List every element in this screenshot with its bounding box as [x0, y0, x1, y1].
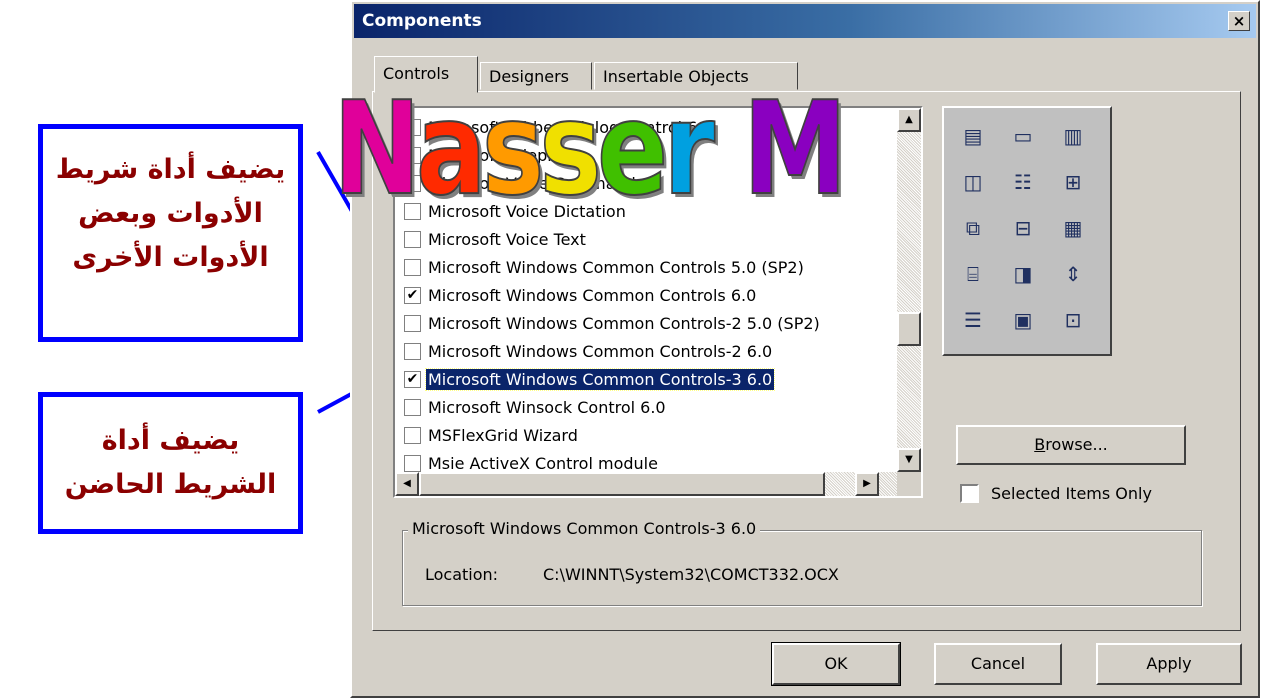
slider-icon: ⊟ [1014, 216, 1032, 240]
scroll-corner [897, 472, 921, 496]
annotation-toolbar-note: يضيف أداة شريط الأدوات وبعض الأدوات الأخ… [38, 124, 303, 342]
selected-items-only-label: Selected Items Only [991, 484, 1152, 503]
list-item-checkbox[interactable]: ✔ [404, 370, 421, 388]
list-item-checkbox[interactable] [404, 230, 421, 248]
annotation-line: يضيف أداة [101, 425, 240, 456]
list-item[interactable]: Msie ActiveX Control module [404, 450, 660, 472]
horizontal-scrollbar[interactable]: ◀ ▶ [395, 472, 901, 496]
apply-button[interactable]: Apply [1096, 643, 1242, 685]
list-item-checkbox[interactable] [404, 342, 421, 360]
cancel-button[interactable]: Cancel [934, 643, 1062, 685]
watermark-letter: s [539, 75, 603, 224]
treeview-icon: ⊞ [1064, 170, 1082, 194]
flatscrollbar-icon: ☰ [964, 308, 982, 332]
imagecombo-icon: ▦ [1063, 216, 1083, 240]
annotation-line: الشريط الحاضن [64, 469, 277, 500]
browse-button[interactable]: Browse... [956, 425, 1186, 465]
annotation-line: الأدوات وبعض [78, 198, 263, 229]
checkbox-box[interactable] [960, 484, 979, 503]
list-item-label: Microsoft Windows Common Controls 5.0 (S… [428, 257, 804, 277]
selected-items-only-checkbox[interactable]: Selected Items Only [960, 484, 1152, 503]
list-item[interactable]: Microsoft Voice Text [404, 226, 588, 252]
close-icon[interactable]: × [1228, 11, 1250, 31]
list-item[interactable]: Microsoft Winsock Control 6.0 [404, 394, 668, 420]
watermark-letter: M [742, 75, 848, 224]
list-item[interactable]: MSFlexGrid Wizard [404, 422, 580, 448]
animation-icon: ◨ [1013, 262, 1033, 286]
scroll-up-icon[interactable]: ▲ [897, 108, 921, 132]
toolbox-preview: ▤ ▭ ▥ ◫ ☷ ⊞ ⧉ ⊟ ▦ ⌸ ◨ ⇕ ☰ ▣ ⊡ [942, 106, 1112, 356]
watermark-letter: N [332, 75, 421, 224]
scroll-left-icon[interactable]: ◀ [395, 472, 419, 496]
list-item-label: Microsoft Windows Common Controls-2 6.0 [428, 341, 773, 361]
list-item[interactable]: Microsoft Windows Common Controls-2 5.0 … [404, 310, 822, 336]
list-item-label: Microsoft Windows Common Controls 6.0 [428, 285, 757, 305]
watermark-letter: e [596, 75, 669, 224]
dialog-title: Components [362, 11, 482, 31]
list-item-checkbox[interactable] [404, 258, 421, 276]
list-item[interactable]: ✔ Microsoft Windows Common Controls-3 6.0 [404, 366, 776, 392]
watermark-letter: s [481, 75, 545, 224]
annotation-line: يضيف أداة شريط [55, 154, 286, 185]
list-item-checkbox[interactable] [404, 426, 421, 444]
list-item-label: Microsoft Voice Text [428, 229, 586, 249]
location-value: C:\WINNT\System32\COMCT332.OCX [543, 565, 839, 584]
tabstrip-icon: ◫ [963, 170, 983, 194]
list-item-checkbox[interactable] [404, 454, 421, 472]
annotation-coolbar-note: يضيف أداة الشريط الحاضن [38, 392, 303, 534]
updown-icon: ⇕ [1064, 262, 1082, 286]
location-label: Location: [425, 565, 499, 584]
imagelist-icon: ⧉ [965, 216, 981, 240]
watermark-letter [710, 86, 743, 214]
scroll-down-icon[interactable]: ▼ [897, 448, 921, 472]
vertical-scroll-thumb[interactable] [897, 312, 921, 346]
browse-label-rest: rowse... [1045, 435, 1108, 454]
watermark-letter: r [662, 75, 715, 224]
list-item[interactable]: Microsoft Windows Common Controls 5.0 (S… [404, 254, 806, 280]
list-item-checkbox[interactable]: ✔ [404, 286, 421, 304]
watermark-letter: a [415, 75, 487, 224]
list-item-label: Microsoft Winsock Control 6.0 [428, 397, 666, 417]
listview-icon: ☷ [1014, 170, 1032, 194]
list-item-checkbox[interactable] [404, 314, 421, 332]
horizontal-scroll-thumb[interactable] [419, 472, 825, 496]
list-item-label: MSFlexGrid Wizard [428, 425, 578, 445]
toolbar-icon: ▤ [963, 124, 983, 148]
list-item-label: Microsoft Windows Common Controls-2 5.0 … [428, 313, 820, 333]
vertical-scrollbar[interactable]: ▲ ▼ [897, 108, 921, 472]
monthview-icon: ⊡ [1064, 308, 1082, 332]
scroll-right-icon[interactable]: ▶ [855, 472, 879, 496]
list-item-label: Msie ActiveX Control module [428, 453, 658, 473]
nasser-m-watermark: Nasser M [332, 75, 848, 224]
annotation-line: الأدوات الأخرى [72, 242, 269, 273]
title-bar: Components × [354, 4, 1256, 38]
details-group: Microsoft Windows Common Controls-3 6.0 … [402, 519, 1202, 606]
list-item[interactable]: Microsoft Windows Common Controls-2 6.0 [404, 338, 774, 364]
datepicker-icon: ▣ [1013, 308, 1033, 332]
statusbar-icon: ▭ [1013, 124, 1033, 148]
ok-button[interactable]: OK [771, 642, 901, 686]
list-item-checkbox[interactable] [404, 398, 421, 416]
list-item-label: Microsoft Windows Common Controls-3 6.0 [424, 367, 776, 391]
details-title: Microsoft Windows Common Controls-3 6.0 [408, 519, 761, 538]
list-item[interactable]: ✔ Microsoft Windows Common Controls 6.0 [404, 282, 758, 308]
progressbar-icon: ▥ [1063, 124, 1083, 148]
coolbar-icon: ⌸ [967, 262, 979, 286]
